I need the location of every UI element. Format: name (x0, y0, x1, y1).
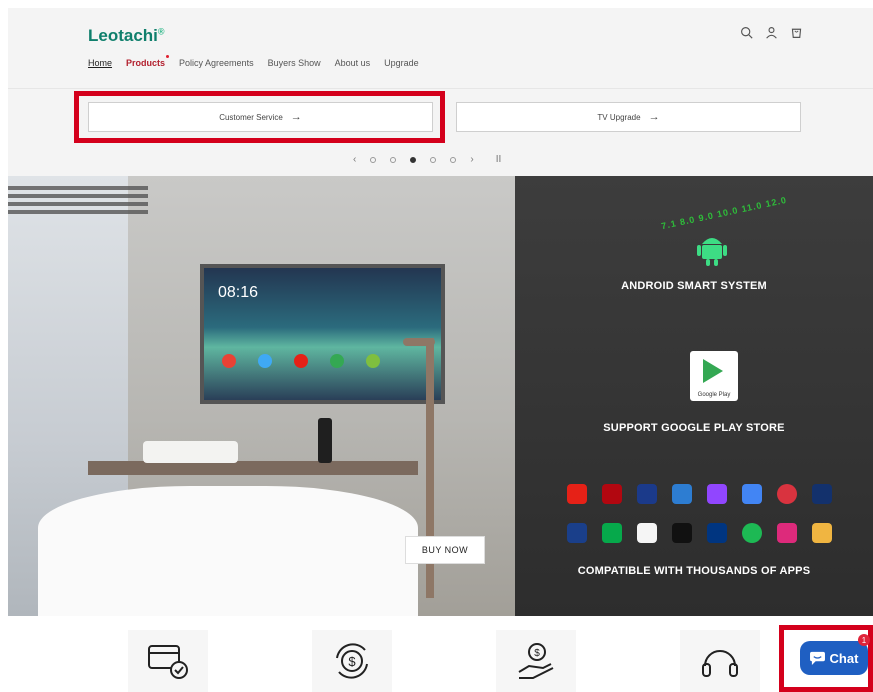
mirror-tv: 08:16 (200, 264, 445, 404)
spotify-icon (742, 523, 762, 543)
chevron-right-icon[interactable]: › (470, 154, 473, 165)
chrome-icon (222, 354, 236, 368)
slider-pagination: ‹ › II (353, 154, 501, 165)
user-icon[interactable] (765, 26, 778, 39)
weather-channel-icon (567, 523, 587, 543)
svg-text:$: $ (348, 654, 356, 669)
bathtub (38, 486, 418, 616)
booking-icon (707, 523, 727, 543)
nav-products[interactable]: Products (126, 55, 170, 68)
google-play-heading: SUPPORT GOOGLE PLAY STORE (603, 422, 785, 434)
slide-dot-5[interactable] (450, 156, 457, 163)
chat-bubble-icon (809, 651, 825, 665)
money-hand-icon: $ (518, 643, 554, 679)
app-icons-row-2 (567, 523, 832, 543)
refund-icon: $ (336, 643, 368, 679)
feature-money-back: $ (496, 630, 576, 692)
slide-dot-2[interactable] (390, 156, 397, 163)
youtube-icon (567, 484, 587, 504)
feature-panel: 7.1 8.0 9.0 10.0 11.0 12.0 ANDROID SMART… (515, 176, 873, 616)
disney-icon (637, 484, 657, 504)
search-icon[interactable] (740, 26, 753, 39)
play-icon (258, 354, 272, 368)
header-actions (740, 26, 803, 39)
headset-icon (702, 650, 738, 677)
chat-label: Chat (829, 650, 859, 666)
tv-clock: 08:16 (218, 284, 259, 301)
highlight-box-customer-service (74, 91, 445, 143)
cart-icon[interactable] (790, 26, 803, 39)
ebay-icon (637, 523, 657, 543)
svg-text:$: $ (534, 648, 540, 659)
google-play-icon: Google Play (690, 351, 738, 401)
fox-news-icon (812, 484, 832, 504)
feature-support (680, 630, 760, 692)
mail-icon (812, 523, 832, 543)
nav-policy-agreements[interactable]: Policy Agreements (179, 58, 254, 68)
android-icon (697, 238, 727, 266)
chat-button[interactable]: Chat (800, 641, 868, 675)
feature-refund: $ (312, 630, 392, 692)
red-app-icon (777, 484, 797, 504)
nav-home[interactable]: Home (88, 58, 112, 68)
features-strip: $ $ (8, 616, 873, 692)
slide-dot-1[interactable] (370, 156, 377, 163)
arrow-right-icon: → (648, 111, 660, 123)
apps-heading: COMPATIBLE WITH THOUSANDS OF APPS (577, 565, 811, 577)
card-check-icon (148, 645, 188, 679)
app-icons-row-1 (567, 484, 832, 504)
google-tv-icon (742, 484, 762, 504)
android-heading: ANDROID SMART SYSTEM (621, 280, 767, 292)
chevron-left-icon[interactable]: ‹ (353, 154, 356, 165)
feature-secure-payment (128, 630, 208, 692)
android-icon (366, 354, 380, 368)
settings-icon (330, 354, 344, 368)
nav-about-us[interactable]: About us (335, 58, 371, 68)
bathroom-photo: 08:16 BUY NOW (8, 176, 515, 616)
stan-icon (672, 523, 692, 543)
pause-icon[interactable]: II (496, 154, 502, 165)
instagram-icon (777, 523, 797, 543)
twitch-icon (707, 484, 727, 504)
slide-dot-4[interactable] (430, 156, 437, 163)
buy-now-button[interactable]: BUY NOW (405, 536, 485, 564)
site-header: Leotachi® Home Products Policy Agreement… (8, 8, 873, 88)
paramount-icon (672, 484, 692, 504)
slide-dot-3[interactable] (410, 156, 417, 163)
brand-logo[interactable]: Leotachi® (88, 26, 165, 46)
android-versions: 7.1 8.0 9.0 10.0 11.0 12.0 (660, 194, 788, 232)
main-nav: Home Products Policy Agreements Buyers S… (88, 55, 419, 68)
chat-notification-badge: 1 (858, 634, 870, 646)
hero-banner[interactable]: 08:16 BUY NOW 7.1 8.0 9.0 10.0 11.0 12.0 (8, 176, 873, 616)
tv-upgrade-button[interactable]: TV Upgrade → (456, 102, 801, 132)
nav-buyers-show[interactable]: Buyers Show (268, 58, 321, 68)
netflix-icon (602, 484, 622, 504)
uber-eats-icon (602, 523, 622, 543)
youtube-icon (294, 354, 308, 368)
nav-upgrade[interactable]: Upgrade (384, 58, 419, 68)
